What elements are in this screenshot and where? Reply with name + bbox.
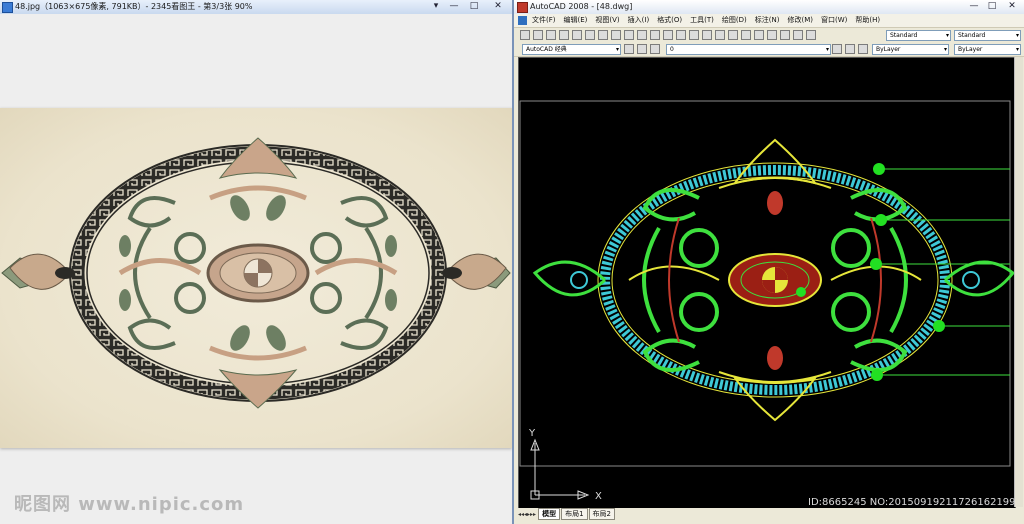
ucs-y-label: Y — [528, 428, 536, 439]
workspace-settings-icon[interactable] — [624, 44, 634, 54]
autocad-title: AutoCAD 2008 - [48.dwg] — [530, 2, 633, 11]
properties-icon[interactable] — [728, 30, 738, 40]
viewer-close-button[interactable]: ✕ — [490, 1, 506, 12]
menu-modify[interactable]: 修改(M) — [787, 14, 813, 27]
autocad-maximize-button[interactable]: □ — [984, 1, 1000, 12]
color-value: ByLayer — [876, 46, 901, 53]
match-icon[interactable] — [637, 30, 647, 40]
image-id-watermark: ID:8665245 NO:20150919211726162199 — [808, 497, 1016, 508]
undo-icon[interactable] — [650, 30, 660, 40]
save-icon[interactable] — [546, 30, 556, 40]
document-icon — [518, 16, 527, 25]
help-icon[interactable] — [806, 30, 816, 40]
workspace-value: AutoCAD 经典 — [526, 46, 567, 53]
standard-toolbar: Standard ▾ Standard ▾ — [514, 28, 1024, 43]
ucs-x-label: X — [595, 491, 602, 502]
menu-dimension[interactable]: 标注(N) — [755, 14, 780, 27]
linetype-select[interactable]: ByLayer ▾ — [954, 44, 1021, 55]
pan-icon[interactable] — [676, 30, 686, 40]
layout-tabs: ◂◂◂▸▸▸ 模型 布局1 布局2 — [518, 508, 1022, 520]
menu-tools[interactable]: 工具(T) — [690, 14, 714, 27]
plot-icon[interactable] — [559, 30, 569, 40]
menu-edit[interactable]: 编辑(E) — [564, 14, 588, 27]
preview-icon[interactable] — [572, 30, 582, 40]
viewer-title: 48.jpg（1063×675像素, 791KB）- 2345看图王 - 第3/… — [15, 2, 253, 11]
make-current-icon[interactable] — [832, 44, 842, 54]
autocad-minimize-button[interactable]: — — [966, 1, 982, 12]
zoom-window-icon[interactable] — [702, 30, 712, 40]
autocad-app-icon — [517, 2, 528, 13]
layer-tool-icons — [832, 44, 871, 54]
copy-icon[interactable] — [611, 30, 621, 40]
open-icon[interactable] — [533, 30, 543, 40]
workspace-select[interactable]: AutoCAD 经典 ▾ — [522, 44, 621, 55]
autocad-window: AutoCAD 2008 - [48.dwg] — □ ✕ 文件(F) 编辑(E… — [512, 0, 1024, 524]
viewer-menu-button[interactable]: ▾ — [428, 1, 444, 12]
autocad-titlebar[interactable]: AutoCAD 2008 - [48.dwg] — □ ✕ — [514, 0, 1024, 14]
sheet-set-icon[interactable] — [767, 30, 777, 40]
viewer-titlebar[interactable]: 48.jpg（1063×675像素, 791KB）- 2345看图王 - 第3/… — [0, 0, 512, 15]
autocad-close-button[interactable]: ✕ — [1004, 1, 1020, 12]
tab-model[interactable]: 模型 — [538, 508, 561, 520]
viewer-app-icon — [2, 2, 13, 13]
marble-medallion-graphic — [1, 137, 511, 409]
quickcalc-icon[interactable] — [793, 30, 803, 40]
tab-layout2[interactable]: 布局2 — [588, 508, 616, 520]
menu-view[interactable]: 视图(V) — [595, 14, 619, 27]
design-center-icon[interactable] — [741, 30, 751, 40]
layer-manager-icon[interactable] — [650, 44, 660, 54]
standard-toolbar-icons — [520, 30, 819, 40]
text-style-value: Standard — [890, 32, 918, 39]
paste-icon[interactable] — [624, 30, 634, 40]
marble-medallion-photo — [0, 108, 512, 448]
menu-window[interactable]: 窗口(W) — [821, 14, 847, 27]
cad-medallion-drawing: Y X — [519, 100, 1016, 502]
nipic-watermark: 昵图网 www.nipic.com — [14, 494, 245, 515]
vertical-scrollbar[interactable] — [1014, 57, 1023, 507]
menu-insert[interactable]: 插入(I) — [628, 14, 650, 27]
menu-draw[interactable]: 绘图(D) — [722, 14, 747, 27]
menu-file[interactable]: 文件(F) — [532, 14, 556, 27]
color-select[interactable]: ByLayer ▾ — [872, 44, 949, 55]
linetype-value: ByLayer — [958, 46, 983, 53]
workspace-icons — [624, 44, 663, 54]
cad-drawing-area[interactable]: Y X — [518, 57, 1016, 509]
new-icon[interactable] — [520, 30, 530, 40]
menu-help[interactable]: 帮助(H) — [855, 14, 880, 27]
dim-style-value: Standard — [958, 32, 986, 39]
redo-icon[interactable] — [663, 30, 673, 40]
menu-format[interactable]: 格式(O) — [657, 14, 682, 27]
dim-style-select[interactable]: Standard ▾ — [954, 30, 1021, 41]
workspace-save-icon[interactable] — [637, 44, 647, 54]
layer-value: 0 — [670, 46, 674, 53]
layers-toolbar: AutoCAD 经典 ▾ 0 ▾ ByLayer ▾ ByLayer ▾ — [514, 42, 1024, 57]
cut-icon[interactable] — [598, 30, 608, 40]
autocad-menubar: 文件(F) 编辑(E) 视图(V) 插入(I) 格式(O) 工具(T) 绘图(D… — [514, 14, 1024, 28]
text-style-select[interactable]: Standard ▾ — [886, 30, 951, 41]
viewer-maximize-button[interactable]: □ — [466, 1, 482, 12]
layer-select[interactable]: 0 ▾ — [666, 44, 831, 55]
image-viewer-window: 48.jpg（1063×675像素, 791KB）- 2345看图王 - 第3/… — [0, 0, 512, 524]
markup-icon[interactable] — [780, 30, 790, 40]
layer-previous-icon[interactable] — [845, 44, 855, 54]
publish-icon[interactable] — [585, 30, 595, 40]
tool-palettes-icon[interactable] — [754, 30, 764, 40]
zoom-realtime-icon[interactable] — [689, 30, 699, 40]
layer-state-icon[interactable] — [858, 44, 868, 54]
zoom-previous-icon[interactable] — [715, 30, 725, 40]
tab-navigation-arrows[interactable]: ◂◂◂▸▸▸ — [518, 511, 536, 518]
tab-layout1[interactable]: 布局1 — [561, 508, 588, 520]
viewer-minimize-button[interactable]: — — [446, 1, 462, 12]
